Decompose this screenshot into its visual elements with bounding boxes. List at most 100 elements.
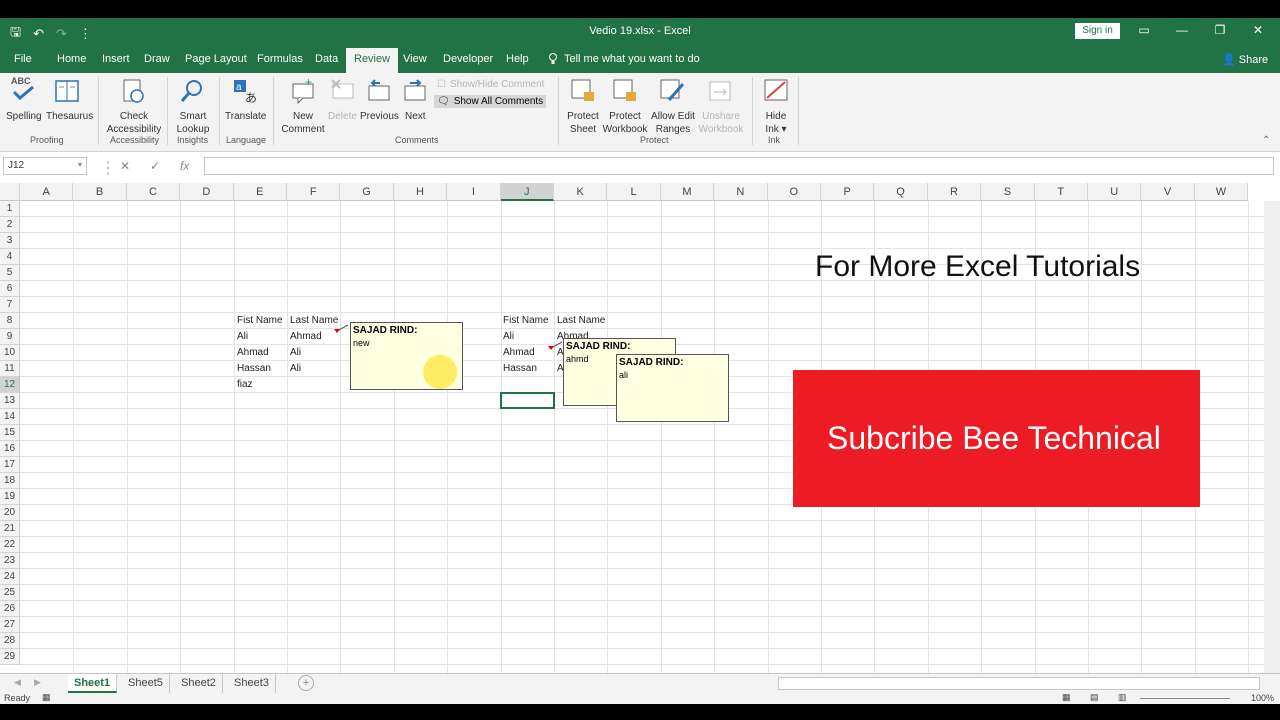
row-header-23[interactable]: 23	[0, 553, 20, 569]
page-break-view-icon[interactable]: ▥	[1118, 692, 1127, 703]
row-header-13[interactable]: 13	[0, 393, 20, 409]
row-header-28[interactable]: 28	[0, 633, 20, 649]
enter-icon[interactable]: ✓	[150, 159, 160, 173]
row-header-20[interactable]: 20	[0, 505, 20, 521]
tab-help[interactable]: Help	[506, 53, 529, 65]
row-header-11[interactable]: 11	[0, 361, 20, 377]
page-layout-view-icon[interactable]: ▤	[1090, 692, 1099, 703]
scroll-right-icon[interactable]: ▶	[34, 677, 41, 688]
tab-insert[interactable]: Insert	[102, 53, 130, 65]
column-header-b[interactable]: B	[73, 183, 127, 201]
cell-e8[interactable]: Ali	[235, 329, 248, 345]
column-header-d[interactable]: D	[180, 183, 234, 201]
cell-k7[interactable]: Last Name	[555, 313, 605, 329]
zoom-slider[interactable]	[1140, 698, 1230, 699]
column-header-a[interactable]: A	[20, 183, 74, 201]
column-header-w[interactable]: W	[1194, 183, 1249, 201]
tab-file[interactable]: File	[14, 53, 32, 65]
column-header-m[interactable]: M	[660, 183, 715, 201]
column-header-n[interactable]: N	[714, 183, 768, 201]
insert-function-icon[interactable]: fx	[180, 159, 189, 173]
sheet-tab-sheet2[interactable]: Sheet2	[175, 674, 223, 693]
column-header-q[interactable]: Q	[874, 183, 928, 201]
tab-draw[interactable]: Draw	[144, 53, 170, 65]
tab-data[interactable]: Data	[315, 53, 338, 65]
cancel-icon[interactable]: ✕	[120, 159, 130, 173]
column-header-e[interactable]: E	[233, 183, 287, 201]
normal-view-icon[interactable]: ▦	[1062, 692, 1071, 703]
row-header-27[interactable]: 27	[0, 617, 20, 633]
row-header-24[interactable]: 24	[0, 569, 20, 585]
row-header-26[interactable]: 26	[0, 601, 20, 617]
column-header-s[interactable]: S	[981, 183, 1035, 201]
row-header-1[interactable]: 1	[0, 201, 20, 217]
comment-box[interactable]: SAJAD RIND: ali	[616, 354, 729, 422]
column-header-h[interactable]: H	[393, 183, 448, 201]
macro-record-icon[interactable]: ▦	[42, 692, 51, 703]
row-header-29[interactable]: 29	[0, 649, 20, 665]
cell-j10[interactable]: Hassan	[501, 361, 537, 377]
column-header-f[interactable]: F	[287, 183, 341, 201]
cell-j7[interactable]: Fist Name	[501, 313, 549, 329]
cell-e11[interactable]: fiaz	[235, 377, 253, 393]
show-all-comments-button[interactable]: 🗨 Show All Comments	[434, 95, 547, 108]
ribbon-display-icon[interactable]: ▭	[1136, 23, 1152, 37]
row-header-6[interactable]: 6	[0, 281, 20, 297]
minimize-icon[interactable]: —	[1174, 23, 1190, 37]
chevron-down-icon[interactable]: ▾	[78, 160, 82, 169]
cell-e7[interactable]: Fist Name	[235, 313, 283, 329]
row-header-15[interactable]: 15	[0, 425, 20, 441]
column-header-p[interactable]: P	[821, 183, 875, 201]
column-header-l[interactable]: L	[607, 183, 661, 201]
sheet-tab-sheet5[interactable]: Sheet5	[122, 674, 170, 693]
name-box[interactable]: J12 ▾	[3, 157, 87, 175]
cell-e10[interactable]: Hassan	[235, 361, 271, 377]
row-header-22[interactable]: 22	[0, 537, 20, 553]
tab-formulas[interactable]: Formulas	[257, 53, 303, 65]
active-cell-j12[interactable]	[500, 392, 555, 409]
cell-j8[interactable]: Ali	[501, 329, 514, 345]
vertical-scrollbar[interactable]	[1264, 201, 1280, 673]
cell-f7[interactable]: Last Name	[288, 313, 338, 329]
row-header-2[interactable]: 2	[0, 217, 20, 233]
column-header-i[interactable]: I	[447, 183, 501, 201]
show-hide-comment-button[interactable]: ☐ Show/Hide Comment	[434, 78, 547, 91]
close-icon[interactable]: ✕	[1250, 23, 1266, 37]
column-header-o[interactable]: O	[767, 183, 821, 201]
tab-home[interactable]: Home	[57, 53, 86, 65]
column-header-j[interactable]: J	[500, 183, 554, 201]
tab-review[interactable]: Review	[346, 48, 399, 73]
sheet-tab-sheet3[interactable]: Sheet3	[228, 674, 276, 693]
row-header-17[interactable]: 17	[0, 457, 20, 473]
column-header-t[interactable]: T	[1034, 183, 1088, 201]
sign-in-button[interactable]: Sign in	[1075, 23, 1120, 39]
add-sheet-icon[interactable]: +	[298, 675, 314, 691]
row-header-21[interactable]: 21	[0, 521, 20, 537]
tab-page-layout[interactable]: Page Layout	[185, 53, 247, 65]
row-header-9[interactable]: 9	[0, 329, 20, 345]
row-header-8[interactable]: 8	[0, 313, 20, 329]
share-button[interactable]: 👤 Share	[1222, 53, 1268, 66]
select-all-corner[interactable]	[0, 183, 20, 201]
row-header-3[interactable]: 3	[0, 233, 20, 249]
row-header-19[interactable]: 19	[0, 489, 20, 505]
sheet-tab-sheet1[interactable]: Sheet1	[68, 674, 118, 693]
horizontal-scrollbar[interactable]	[778, 677, 1260, 690]
row-header-25[interactable]: 25	[0, 585, 20, 601]
comment-box[interactable]: SAJAD RIND: new	[350, 322, 463, 390]
column-header-g[interactable]: G	[340, 183, 394, 201]
row-header-4[interactable]: 4	[0, 249, 20, 265]
maximize-icon[interactable]: ❐	[1212, 23, 1228, 37]
collapse-ribbon-icon[interactable]: ⌃	[1262, 135, 1270, 146]
tab-developer[interactable]: Developer	[443, 53, 493, 65]
cell-e9[interactable]: Ahmad	[235, 345, 269, 361]
row-header-7[interactable]: 7	[0, 297, 20, 313]
row-header-18[interactable]: 18	[0, 473, 20, 489]
tab-view[interactable]: View	[403, 53, 427, 65]
column-header-v[interactable]: V	[1141, 183, 1195, 201]
column-header-c[interactable]: C	[126, 183, 181, 201]
row-header-14[interactable]: 14	[0, 409, 20, 425]
cell-f10[interactable]: Ali	[288, 361, 301, 377]
column-header-r[interactable]: R	[927, 183, 982, 201]
formula-input[interactable]	[204, 157, 1274, 175]
